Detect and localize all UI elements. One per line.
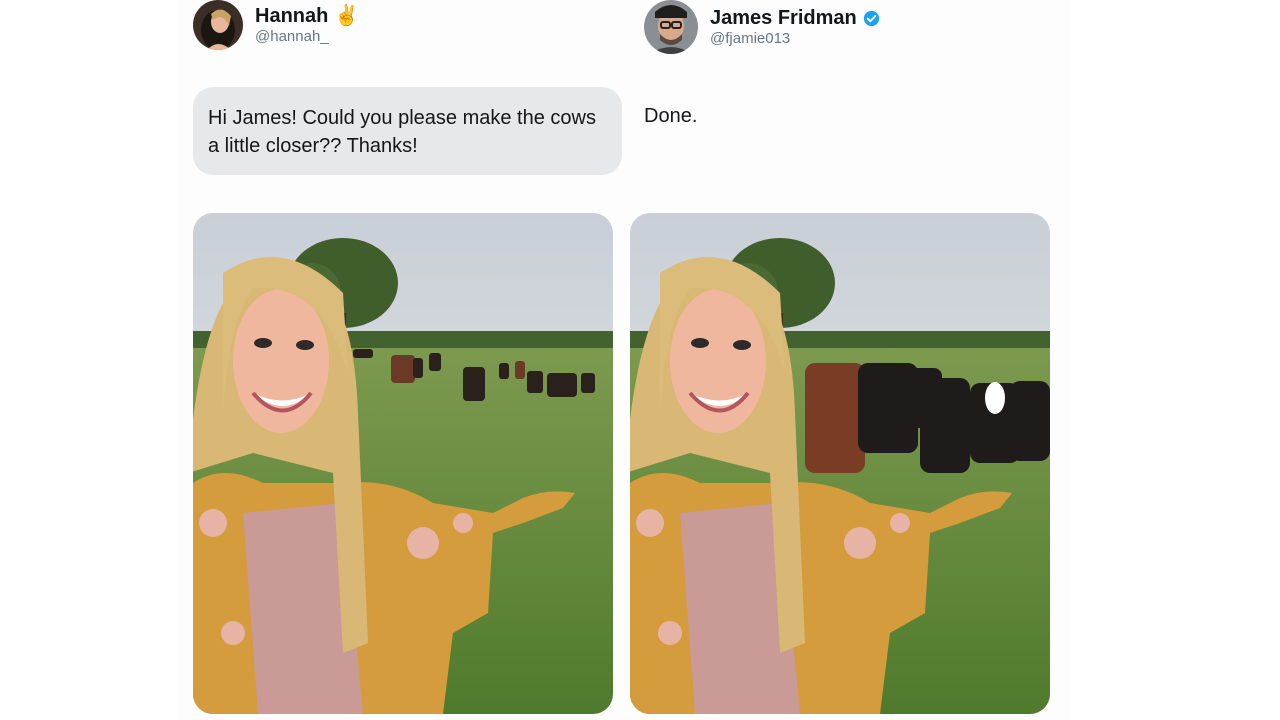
hannah-display-name[interactable]: Hannah ✌️	[255, 5, 359, 28]
original-photo[interactable]	[193, 213, 613, 714]
edited-photo[interactable]	[630, 213, 1050, 714]
james-header: James Fridman @fjamie013	[644, 0, 880, 54]
hannah-message-bubble: Hi James! Could you please make the cows…	[193, 87, 622, 175]
victory-hand-emoji-icon: ✌️	[334, 4, 360, 27]
james-avatar[interactable]	[644, 0, 698, 54]
james-reply-text: Done.	[644, 105, 698, 127]
hannah-avatar[interactable]	[193, 0, 243, 50]
james-handle[interactable]: @fjamie013	[710, 30, 880, 47]
verified-badge-icon	[863, 10, 879, 27]
hannah-name-text[interactable]: Hannah	[255, 5, 328, 28]
james-name-text[interactable]: James Fridman	[710, 7, 857, 30]
hannah-header: Hannah ✌️ @hannah_	[193, 0, 359, 50]
hannah-message-text: Hi James! Could you please make the cows…	[208, 107, 596, 157]
hannah-handle[interactable]: @hannah_	[255, 28, 359, 45]
james-display-name[interactable]: James Fridman	[710, 7, 880, 30]
